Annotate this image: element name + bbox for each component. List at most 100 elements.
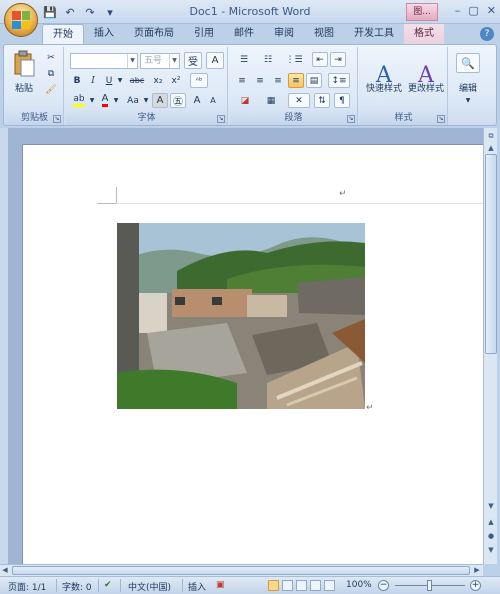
cut-icon[interactable]: ✂ (44, 51, 58, 65)
divider (56, 579, 57, 592)
shading-icon[interactable]: ◪ (234, 93, 256, 108)
editing-label: 编辑 (458, 84, 477, 94)
office-button[interactable] (4, 3, 38, 37)
page-count[interactable]: 页面: 1/1 (8, 580, 46, 593)
help-icon[interactable]: ? (480, 27, 494, 41)
clear-formatting-icon[interactable]: ᴬᵇ (190, 73, 208, 88)
font-name-combo[interactable]: ▼ (70, 53, 138, 69)
line-spacing-icon[interactable]: ↕≡ (328, 73, 350, 88)
chevron-down-icon[interactable]: ▼ (112, 93, 120, 108)
tab-format[interactable]: 格式 (404, 24, 444, 44)
tab-mailings[interactable]: 邮件 (224, 24, 264, 44)
zoom-in-button[interactable]: + (470, 580, 481, 591)
numbering-icon[interactable]: ☷ (258, 52, 278, 67)
font-launcher-icon[interactable]: ↘ (217, 115, 225, 123)
scroll-up-icon[interactable]: ▲ (485, 142, 497, 154)
strikethrough-button[interactable]: abc (126, 73, 148, 88)
chevron-down-icon[interactable]: ▼ (88, 93, 96, 108)
next-page-icon[interactable]: ▼ (485, 544, 497, 556)
bullets-icon[interactable]: ☰ (234, 52, 254, 67)
print-layout-view-icon[interactable] (268, 580, 279, 591)
vertical-scroll-thumb[interactable] (485, 154, 497, 354)
char-border-a-icon[interactable]: A (206, 52, 224, 69)
browse-object-icon[interactable]: ● (485, 530, 497, 542)
header-line (116, 203, 484, 204)
inserted-photo[interactable] (117, 223, 365, 409)
change-case-button[interactable]: Aa (124, 93, 142, 108)
tab-review[interactable]: 审阅 (264, 24, 304, 44)
tab-insert[interactable]: 插入 (84, 24, 124, 44)
borders-icon[interactable]: ▦ (260, 93, 282, 108)
zoom-level[interactable]: 100% (346, 580, 372, 590)
format-painter-icon[interactable]: 🖌 (44, 83, 58, 97)
font-color-button[interactable]: A (98, 93, 112, 108)
font-size-combo[interactable]: 五号 ▼ (140, 53, 180, 69)
web-layout-view-icon[interactable] (296, 580, 307, 591)
close-button[interactable]: ✕ (487, 4, 496, 17)
align-center-icon[interactable]: ≡ (252, 73, 268, 88)
highlight-button[interactable]: ab (70, 93, 88, 108)
enclose-char-icon[interactable]: ㊄ (170, 93, 186, 108)
styles-group: A 快速样式 A 更改样式 样式 ↘ (360, 47, 448, 125)
grow-font-button[interactable]: A (190, 93, 204, 108)
paragraph-launcher-icon[interactable]: ↘ (347, 115, 355, 123)
multilevel-list-icon[interactable]: ⋮☰ (282, 52, 306, 67)
vertical-scrollbar[interactable]: ⧉ ▲ ▼ ▲ ● ▼ (483, 128, 497, 564)
tab-developer[interactable]: 开发工具 (344, 24, 404, 44)
document-page[interactable]: ↵ ↵ (22, 144, 484, 564)
margin-corner-mark (116, 187, 117, 203)
insert-mode[interactable]: 插入 (188, 580, 206, 593)
styles-group-label: 样式 (360, 111, 447, 125)
horizontal-scrollbar[interactable]: ◀ ▶ (0, 564, 483, 576)
tab-view[interactable]: 视图 (304, 24, 344, 44)
macro-record-icon[interactable]: ▣ (216, 580, 225, 590)
underline-button[interactable]: U (102, 73, 116, 88)
chinese-layout-icon[interactable]: ✕ (288, 93, 310, 108)
tab-home[interactable]: 开始 (42, 24, 84, 44)
shrink-font-button[interactable]: A (206, 93, 220, 108)
align-right-icon[interactable]: ≡ (270, 73, 286, 88)
ruler-toggle-icon[interactable]: ⧉ (485, 130, 497, 142)
clear-format-icon[interactable]: 受 (184, 52, 202, 69)
align-left-icon[interactable]: ≡ (234, 73, 250, 88)
draft-view-icon[interactable] (324, 580, 335, 591)
paste-label: 粘贴 (14, 84, 33, 94)
word-count[interactable]: 字数: 0 (62, 580, 92, 593)
scroll-down-icon[interactable]: ▼ (485, 500, 497, 512)
full-screen-view-icon[interactable] (282, 580, 293, 591)
subscript-button[interactable]: x₂ (150, 73, 166, 88)
chevron-down-icon[interactable]: ▼ (462, 95, 474, 105)
char-shading-button[interactable]: A (152, 93, 168, 108)
tab-references[interactable]: 引用 (184, 24, 224, 44)
outline-view-icon[interactable] (310, 580, 321, 591)
zoom-out-button[interactable]: − (378, 580, 389, 591)
styles-launcher-icon[interactable]: ↘ (437, 115, 445, 123)
maximize-button[interactable]: ▢ (468, 4, 478, 17)
copy-icon[interactable]: ⧉ (44, 67, 58, 81)
chevron-down-icon[interactable]: ▼ (142, 93, 150, 108)
increase-indent-icon[interactable]: ⇥ (330, 52, 346, 67)
font-color-icon: A (101, 94, 109, 107)
justify-icon[interactable]: ≡ (288, 73, 304, 88)
language-indicator[interactable]: 中文(中国) (128, 580, 171, 593)
minimize-button[interactable]: – (455, 4, 461, 17)
zoom-slider-thumb[interactable] (427, 580, 432, 591)
distributed-icon[interactable]: ▤ (306, 73, 322, 88)
chevron-down-icon[interactable]: ▼ (116, 73, 124, 88)
italic-button[interactable]: I (86, 73, 100, 88)
tab-page-layout[interactable]: 页面布局 (124, 24, 184, 44)
binoculars-icon[interactable]: 🔍 (456, 53, 480, 73)
proofing-icon[interactable]: ✔ (104, 580, 112, 590)
scroll-right-icon[interactable]: ▶ (472, 565, 482, 575)
bold-button[interactable]: B (70, 73, 84, 88)
previous-page-icon[interactable]: ▲ (485, 516, 497, 528)
decrease-indent-icon[interactable]: ⇤ (312, 52, 328, 67)
superscript-button[interactable]: x² (168, 73, 184, 88)
paste-button[interactable] (10, 49, 38, 79)
scroll-left-icon[interactable]: ◀ (0, 565, 10, 575)
paste-icon (14, 50, 35, 77)
show-marks-icon[interactable]: ¶ (334, 93, 350, 108)
clipboard-launcher-icon[interactable]: ↘ (53, 115, 61, 123)
horizontal-scroll-thumb[interactable] (12, 566, 470, 575)
sort-icon[interactable]: ⇅ (314, 93, 330, 108)
